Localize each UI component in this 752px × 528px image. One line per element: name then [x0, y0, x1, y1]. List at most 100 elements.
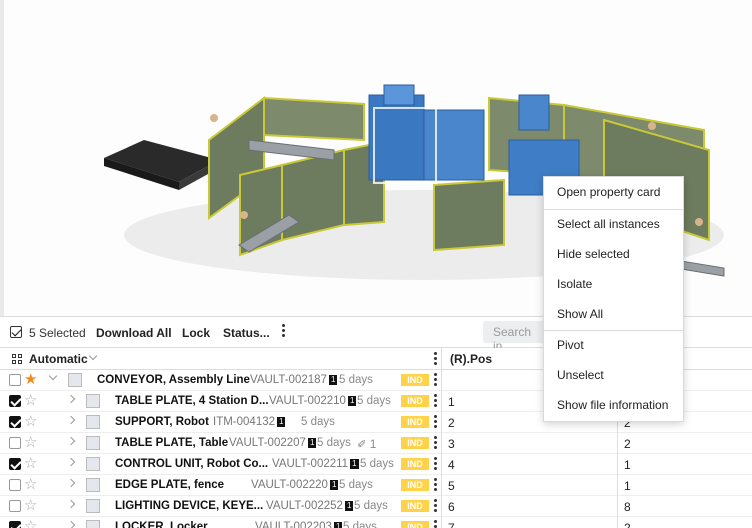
favorite-star-icon[interactable]: ☆: [24, 498, 37, 514]
column-divider: [617, 475, 618, 496]
more-actions-icon[interactable]: [281, 324, 285, 337]
item-name[interactable]: CONVEYOR, Assembly Line: [97, 374, 250, 386]
item-thumbnail: [86, 499, 100, 513]
item-thumbnail: [86, 478, 100, 492]
item-number: VAULT-002187 1: [250, 374, 338, 386]
item-name[interactable]: LOCKER, Locker: [115, 521, 208, 528]
status-button[interactable]: Status...: [223, 326, 270, 340]
favorite-star-icon[interactable]: ☆: [24, 519, 37, 528]
status-badge: IND: [401, 458, 429, 470]
row-menu-icon[interactable]: [433, 457, 437, 470]
menu-show-all[interactable]: Show All: [544, 299, 683, 329]
row-checkbox[interactable]: [9, 479, 21, 491]
item-name[interactable]: SUPPORT, Robot: [115, 416, 209, 428]
column-divider: [441, 496, 442, 517]
row-menu-icon[interactable]: [433, 415, 437, 428]
favorite-star-icon[interactable]: ☆: [24, 477, 37, 493]
column-divider: [441, 433, 442, 454]
menu-show-file-information[interactable]: Show file information: [544, 390, 683, 420]
item-number: ITM-004132 1: [213, 416, 286, 428]
favorite-star-icon[interactable]: ☆: [24, 435, 37, 451]
status-badge: IND: [401, 437, 429, 449]
pos-value: 4: [448, 458, 455, 472]
column-menu-icon[interactable]: [433, 352, 437, 365]
status-badge: IND: [401, 500, 429, 512]
item-age: 5 days: [360, 458, 394, 470]
grid-view-icon[interactable]: [12, 354, 23, 365]
menu-isolate[interactable]: Isolate: [544, 269, 683, 299]
row-menu-icon[interactable]: [433, 499, 437, 512]
attachment-count: ✐ 1: [357, 439, 377, 451]
view-mode-label[interactable]: Automatic: [29, 352, 88, 366]
chevron-down-icon[interactable]: [88, 351, 98, 361]
pos-value: 1: [448, 395, 455, 409]
favorite-star-icon[interactable]: ☆: [24, 414, 37, 430]
item-name[interactable]: TABLE PLATE, 4 Station D...: [115, 395, 269, 407]
pos-value: 5: [448, 479, 455, 493]
pallet-stack: [104, 140, 219, 190]
select-all-checkbox[interactable]: [10, 326, 22, 338]
lock-button[interactable]: Lock: [182, 326, 210, 340]
row-menu-icon[interactable]: [433, 520, 437, 528]
table-row[interactable]: ☆ EDGE PLATE, fence VAULT-002220 1 5 days IND…: [0, 475, 752, 496]
row-checkbox[interactable]: [9, 521, 21, 528]
download-all-button[interactable]: Download All: [96, 326, 172, 340]
column-divider: [441, 391, 442, 412]
item-thumbnail: [86, 457, 100, 471]
menu-open-property-card[interactable]: Open property card: [544, 177, 683, 207]
expand-chevron-icon[interactable]: [66, 394, 76, 404]
row-menu-icon[interactable]: [433, 394, 437, 407]
item-age: 5 days: [301, 416, 335, 428]
item-name[interactable]: CONTROL UNIT, Robot Co...: [115, 458, 268, 470]
table-row[interactable]: ☆ LOCKER, Locker VAULT-002203 1 5 days IND 7 2: [0, 517, 752, 528]
expand-chevron-icon[interactable]: [66, 520, 76, 528]
expand-chevron-icon[interactable]: [66, 499, 76, 509]
expand-chevron-icon[interactable]: [66, 457, 76, 467]
item-thumbnail: [86, 436, 100, 450]
item-number: VAULT-002220 1: [251, 479, 339, 491]
row-checkbox[interactable]: [9, 395, 21, 407]
menu-unselect[interactable]: Unselect: [544, 360, 683, 390]
qty-value: 2: [624, 437, 631, 451]
table-row[interactable]: ☆ CONTROL UNIT, Robot Co... VAULT-002211 1 5…: [0, 454, 752, 475]
column-divider: [617, 517, 618, 528]
expand-chevron-icon[interactable]: [66, 436, 76, 446]
expand-chevron-icon[interactable]: [66, 415, 76, 425]
pos-column-header[interactable]: (R).Pos: [450, 352, 492, 366]
row-menu-icon[interactable]: [433, 373, 437, 386]
collapse-chevron-icon[interactable]: [48, 371, 58, 381]
row-checkbox[interactable]: [9, 458, 21, 470]
favorite-star-icon[interactable]: ☆: [24, 393, 37, 409]
favorite-star-icon[interactable]: ★: [24, 372, 37, 388]
item-name[interactable]: LIGHTING DEVICE, KEYE...: [115, 500, 263, 512]
table-row[interactable]: ☆ TABLE PLATE, Table VAULT-002207 1 5 days ✐ …: [0, 433, 752, 454]
pos-value: 7: [448, 521, 455, 528]
menu-hide-selected[interactable]: Hide selected: [544, 239, 683, 269]
pos-value: 3: [448, 437, 455, 451]
expand-chevron-icon[interactable]: [66, 478, 76, 488]
item-thumbnail: [86, 415, 100, 429]
item-number: VAULT-002211 1: [272, 458, 359, 470]
favorite-star-icon[interactable]: ☆: [24, 456, 37, 472]
row-checkbox[interactable]: [9, 374, 21, 386]
context-menu: Open property card Select all instances …: [543, 176, 684, 422]
item-name[interactable]: EDGE PLATE, fence: [115, 479, 224, 491]
row-menu-icon[interactable]: [433, 478, 437, 491]
item-number: VAULT-002252 1: [266, 500, 354, 512]
item-number: VAULT-002207 1: [229, 437, 317, 449]
item-age: 5 days: [343, 521, 377, 528]
row-checkbox[interactable]: [9, 416, 21, 428]
row-menu-icon[interactable]: [433, 436, 437, 449]
item-age: 5 days: [317, 437, 351, 449]
menu-pivot[interactable]: Pivot: [544, 330, 683, 360]
menu-select-all-instances[interactable]: Select all instances: [544, 209, 683, 239]
table-row[interactable]: ☆ LIGHTING DEVICE, KEYE... VAULT-002252 1 5 …: [0, 496, 752, 517]
row-checkbox[interactable]: [9, 500, 21, 512]
item-name[interactable]: TABLE PLATE, Table: [115, 437, 228, 449]
column-divider: [617, 496, 618, 517]
item-age: 5 days: [354, 500, 388, 512]
pos-value: 2: [448, 416, 455, 430]
status-badge: IND: [401, 479, 429, 491]
column-divider: [441, 412, 442, 433]
row-checkbox[interactable]: [9, 437, 21, 449]
